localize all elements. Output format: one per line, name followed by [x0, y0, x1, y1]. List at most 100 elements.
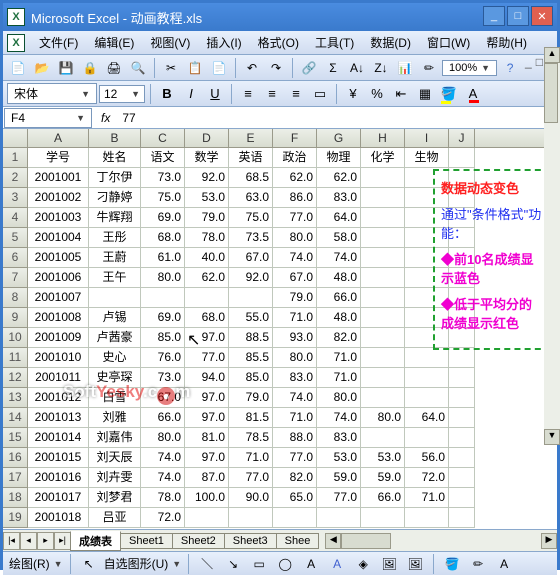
cell[interactable]	[273, 508, 317, 528]
cell[interactable]: 2001005	[28, 248, 89, 268]
cell[interactable]: 68.0	[185, 308, 229, 328]
cell[interactable]: 94.0	[185, 368, 229, 388]
scroll-left-icon[interactable]: ◀	[325, 533, 341, 549]
align-left-icon[interactable]: ≡	[237, 83, 259, 105]
cell[interactable]: 74.0	[317, 408, 361, 428]
cell[interactable]: 2001015	[28, 448, 89, 468]
cell[interactable]	[317, 508, 361, 528]
linecolor-icon[interactable]: ✏	[467, 553, 489, 575]
cell[interactable]: 75.0	[229, 208, 273, 228]
row-header[interactable]: 3	[3, 188, 28, 208]
header-cell[interactable]: 英语	[229, 148, 273, 168]
autoshape-menu[interactable]: 自选图形(U)	[104, 555, 169, 572]
header-cell[interactable]: 物理	[317, 148, 361, 168]
cell[interactable]	[361, 208, 405, 228]
cell[interactable]: 76.0	[141, 348, 185, 368]
cell[interactable]: 85.5	[229, 348, 273, 368]
help-icon[interactable]: ?	[499, 57, 521, 79]
cell[interactable]: 97.0	[185, 328, 229, 348]
col-header[interactable]: J	[449, 129, 475, 147]
cell[interactable]: 97.0	[185, 388, 229, 408]
cell[interactable]	[405, 368, 449, 388]
cell[interactable]: 刘嘉伟	[89, 428, 141, 448]
col-header[interactable]: G	[317, 129, 361, 147]
cell[interactable]: 77.0	[317, 488, 361, 508]
cell[interactable]: 80.0	[273, 348, 317, 368]
cell[interactable]: 史心	[89, 348, 141, 368]
row-header[interactable]: 18	[3, 488, 28, 508]
select-all[interactable]	[3, 129, 28, 147]
cell[interactable]: 74.0	[317, 248, 361, 268]
arrow-icon[interactable]: ↘	[222, 553, 244, 575]
rect-icon[interactable]: ▭	[248, 553, 270, 575]
copy-icon[interactable]: 📋	[184, 57, 206, 79]
cell[interactable]: 75.0	[141, 188, 185, 208]
cell[interactable]: 80.0	[273, 228, 317, 248]
cell[interactable]: 77.0	[273, 208, 317, 228]
horizontal-scrollbar[interactable]: ◀ ▶	[325, 533, 557, 549]
cell[interactable]: 72.0	[141, 508, 185, 528]
cell[interactable]: 2001009	[28, 328, 89, 348]
cell[interactable]: 100.0	[185, 488, 229, 508]
cell[interactable]: 78.5	[229, 428, 273, 448]
cell[interactable]: 79.0	[185, 208, 229, 228]
cell[interactable]: 78.0	[185, 228, 229, 248]
cell[interactable]: 79.0	[229, 388, 273, 408]
cell[interactable]: 2001004	[28, 228, 89, 248]
hscroll-thumb[interactable]	[341, 533, 391, 549]
header-cell[interactable]: 化学	[361, 148, 405, 168]
col-header[interactable]: F	[273, 129, 317, 147]
cell[interactable]: 88.5	[229, 328, 273, 348]
menu-insert[interactable]: 插入(I)	[198, 31, 249, 54]
cell[interactable]: 74.0	[273, 248, 317, 268]
cell[interactable]	[229, 288, 273, 308]
sort-desc-icon[interactable]: Z↓	[370, 57, 392, 79]
zoom-combo[interactable]: 100%▼	[442, 60, 497, 76]
cell[interactable]	[405, 508, 449, 528]
sheet-tab[interactable]: Sheet3	[224, 533, 277, 549]
cell[interactable]: 卢锡	[89, 308, 141, 328]
col-header[interactable]: D	[185, 129, 229, 147]
percent-icon[interactable]: %	[366, 83, 388, 105]
cell[interactable]: 2001007	[28, 288, 89, 308]
cell[interactable]	[449, 408, 475, 428]
menu-format[interactable]: 格式(O)	[250, 31, 307, 54]
cell[interactable]	[361, 168, 405, 188]
cell[interactable]: 53.0	[317, 448, 361, 468]
row-header[interactable]: 4	[3, 208, 28, 228]
cell[interactable]: 卢茜豪	[89, 328, 141, 348]
cell[interactable]: 40.0	[185, 248, 229, 268]
cell[interactable]	[361, 508, 405, 528]
hyperlink-icon[interactable]: 🔗	[298, 57, 320, 79]
row-header[interactable]: 2	[3, 168, 28, 188]
cell[interactable]: 69.0	[141, 208, 185, 228]
cell[interactable]	[405, 348, 449, 368]
cell[interactable]: 2001008	[28, 308, 89, 328]
menu-help[interactable]: 帮助(H)	[478, 31, 535, 54]
sort-asc-icon[interactable]: A↓	[346, 57, 368, 79]
row-header[interactable]: 6	[3, 248, 28, 268]
permission-icon[interactable]: 🔒	[79, 57, 101, 79]
row-header[interactable]: 16	[3, 448, 28, 468]
cell[interactable]: 刁静婷	[89, 188, 141, 208]
close-button[interactable]: ✕	[531, 6, 553, 26]
header-cell[interactable]: 政治	[273, 148, 317, 168]
minimize-button[interactable]: _	[483, 6, 505, 26]
name-box[interactable]: F4▼	[4, 108, 92, 128]
cell[interactable]: 88.0	[273, 428, 317, 448]
menu-window[interactable]: 窗口(W)	[419, 31, 478, 54]
undo-icon[interactable]: ↶	[241, 57, 263, 79]
header-cell[interactable]: 语文	[141, 148, 185, 168]
cell[interactable]: 90.0	[229, 488, 273, 508]
cell[interactable]	[141, 288, 185, 308]
cell[interactable]: 92.0	[229, 268, 273, 288]
scroll-right-icon[interactable]: ▶	[541, 533, 557, 549]
cell[interactable]: 68.5	[229, 168, 273, 188]
doc-restore[interactable]: □	[536, 55, 543, 69]
cell[interactable]: 53.0	[185, 188, 229, 208]
cell[interactable]	[361, 228, 405, 248]
cell[interactable]: 牛辉翔	[89, 208, 141, 228]
cell[interactable]: 2001013	[28, 408, 89, 428]
cell[interactable]: 62.0	[273, 168, 317, 188]
cell[interactable]: 58.0	[317, 228, 361, 248]
